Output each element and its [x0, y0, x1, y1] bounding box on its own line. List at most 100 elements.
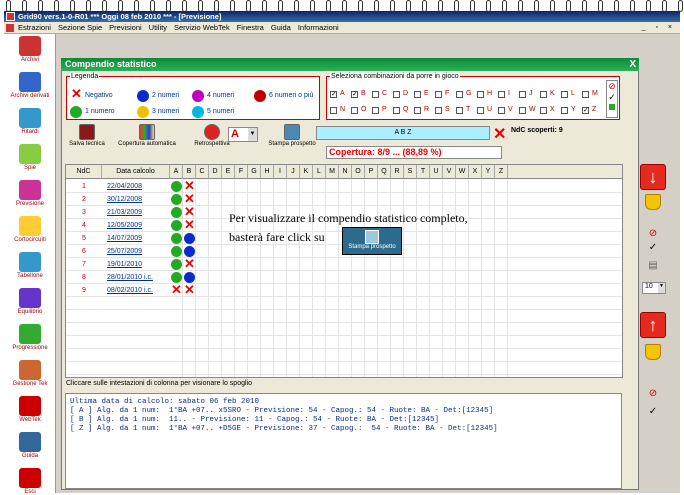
row-date[interactable]: 28/01/2010 i.c.	[105, 271, 169, 284]
column-header[interactable]: E	[222, 165, 235, 179]
menu-item[interactable]: Informazioni	[298, 23, 339, 32]
menu-item[interactable]: Previsioni	[109, 23, 142, 32]
row-date[interactable]: 19/01/2010	[105, 258, 169, 271]
column-header[interactable]: G	[248, 165, 261, 179]
column-header[interactable]: J	[287, 165, 300, 179]
combo-checkbox[interactable]	[477, 91, 484, 98]
combo-checkbox[interactable]	[393, 91, 400, 98]
sidebar-item[interactable]: Equilibrio	[4, 288, 56, 315]
combo-checkbox[interactable]	[561, 107, 568, 114]
combo-checkbox[interactable]	[477, 107, 484, 114]
menu-item[interactable]: Finestra	[237, 23, 264, 32]
retro-select[interactable]: A ▼	[228, 127, 258, 142]
column-header[interactable]: M	[326, 165, 339, 179]
menu-item[interactable]: Utility	[149, 23, 167, 32]
combo-checkbox[interactable]	[435, 107, 442, 114]
column-header[interactable]: R	[391, 165, 404, 179]
menu-item[interactable]: Estrazioni	[18, 23, 51, 32]
sidebar-item[interactable]: Gestione Tek	[4, 360, 56, 387]
column-header[interactable]: O	[352, 165, 365, 179]
combo-checkbox[interactable]	[351, 107, 358, 114]
sidebar-item[interactable]: Spie	[4, 144, 56, 171]
table-row[interactable]: 8 28/01/2010 i.c.	[66, 271, 622, 284]
sidebar-item[interactable]: Tabellone	[4, 252, 56, 279]
sidebar-item[interactable]: Progressione	[4, 324, 56, 351]
row-date[interactable]: 25/07/2009	[105, 245, 169, 258]
sidebar-item[interactable]: WebTek	[4, 396, 56, 423]
combo-checkbox[interactable]	[372, 91, 379, 98]
column-header[interactable]: F	[235, 165, 248, 179]
combo-checkbox[interactable]	[393, 107, 400, 114]
inline-print-button[interactable]: Stampa prospetto	[342, 227, 402, 255]
column-header[interactable]: Q	[378, 165, 391, 179]
column-header[interactable]: N	[339, 165, 352, 179]
table-row[interactable]: 9 08/02/2010 i.c. ✕ ✕	[66, 283, 622, 297]
combo-checkbox[interactable]	[540, 91, 547, 98]
combo-checkbox[interactable]	[498, 91, 505, 98]
column-header[interactable]: W	[456, 165, 469, 179]
column-header[interactable]: P	[365, 165, 378, 179]
row-date[interactable]: 14/07/2009	[105, 232, 169, 245]
auto-coverage-button[interactable]: Copertura automatica	[112, 124, 182, 147]
header-date[interactable]: Data calcolo	[102, 165, 170, 179]
arrow-down-button[interactable]: ↓	[640, 164, 666, 190]
column-header[interactable]: A	[170, 165, 183, 179]
sidebar-item[interactable]: Esci	[4, 468, 56, 495]
column-header[interactable]: C	[196, 165, 209, 179]
menu-item[interactable]: Guida	[271, 23, 291, 32]
row-date[interactable]: 12/05/2009	[105, 219, 169, 232]
combo-checkbox[interactable]	[435, 91, 442, 98]
table-row[interactable]: 7 19/01/2010 ✕	[66, 257, 622, 271]
column-header[interactable]: U	[430, 165, 443, 179]
sidebar-item[interactable]: Guida	[4, 432, 56, 459]
stop-icon[interactable]: ⊘	[607, 81, 617, 92]
stop-icon[interactable]: ⊘	[645, 388, 661, 399]
column-header[interactable]: V	[443, 165, 456, 179]
table-row[interactable]: 2 30/12/2008 ✕	[66, 192, 622, 206]
close-icon[interactable]: X	[629, 58, 636, 71]
menu-item[interactable]: Servizio WebTek	[174, 23, 230, 32]
sidebar-item[interactable]: Cortocircuiti	[4, 216, 56, 243]
combo-checkbox[interactable]	[414, 107, 421, 114]
row-date[interactable]: 21/03/2009	[105, 206, 169, 219]
sidebar-item[interactable]: Archivi derivati	[4, 72, 56, 99]
save-technique-button[interactable]: Salva tecnica	[66, 124, 108, 147]
combo-checkbox[interactable]	[561, 91, 568, 98]
combo-checkbox[interactable]	[519, 107, 526, 114]
printer-icon[interactable]: ▤	[645, 260, 661, 271]
check-icon[interactable]: ✓	[607, 92, 617, 103]
table-row[interactable]: 1 22/04/2008 ✕	[66, 179, 622, 193]
column-header[interactable]: T	[417, 165, 430, 179]
combo-checkbox[interactable]: ✓	[582, 107, 589, 114]
check-icon[interactable]: ✓	[645, 406, 661, 417]
stop-icon[interactable]: ⊘	[645, 228, 661, 239]
menu-item[interactable]: Sezione Spie	[58, 23, 102, 32]
column-header[interactable]: I	[274, 165, 287, 179]
column-header[interactable]: Z	[495, 165, 508, 179]
column-header[interactable]: S	[404, 165, 417, 179]
combo-checkbox[interactable]	[498, 107, 505, 114]
check-icon[interactable]: ✓	[645, 242, 661, 253]
column-header[interactable]: X	[469, 165, 482, 179]
combo-checkbox[interactable]: ✓	[330, 91, 337, 98]
combo-checkbox[interactable]	[414, 91, 421, 98]
retrospective-button[interactable]: Retrospettiva	[192, 124, 232, 147]
combo-checkbox[interactable]	[330, 107, 337, 114]
page-select[interactable]: 10 ▼	[642, 282, 666, 294]
row-date[interactable]: 30/12/2008	[105, 193, 169, 206]
sidebar-item[interactable]: Previsione	[4, 180, 56, 207]
column-header[interactable]: Y	[482, 165, 495, 179]
combo-checkbox[interactable]	[456, 91, 463, 98]
clear-x-icon[interactable]: ✕	[493, 124, 506, 144]
header-ndc[interactable]: NdC	[66, 165, 102, 179]
row-date[interactable]: 08/02/2010 i.c.	[105, 284, 169, 297]
mdi-controls[interactable]: _ ▫ ×	[642, 22, 676, 34]
column-header[interactable]: K	[300, 165, 313, 179]
print-report-button[interactable]: Stampa prospetto	[262, 124, 322, 147]
chevron-down-icon[interactable]: ▼	[658, 283, 665, 293]
chevron-down-icon[interactable]: ▼	[248, 128, 257, 141]
arrow-up-button[interactable]: ↑	[640, 312, 666, 338]
combo-checkbox[interactable]	[519, 91, 526, 98]
column-header[interactable]: L	[313, 165, 326, 179]
sidebar-item[interactable]: Ritardi	[4, 108, 56, 135]
